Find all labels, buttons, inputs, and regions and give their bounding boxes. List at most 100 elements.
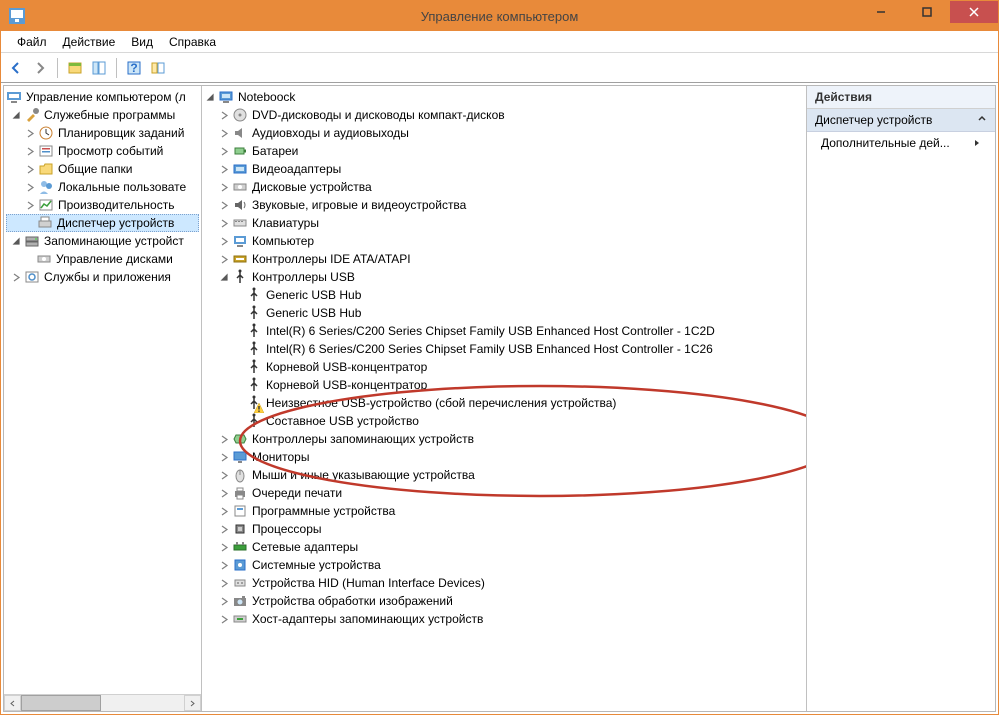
usb-device[interactable]: Intel(R) 6 Series/C200 Series Chipset Fa… — [204, 322, 804, 340]
usb-device[interactable]: Корневой USB-концентратор — [204, 358, 804, 376]
help-button[interactable]: ? — [123, 57, 145, 79]
category-audio[interactable]: Аудиовходы и аудиовыходы — [204, 124, 804, 142]
maximize-button[interactable] — [904, 1, 950, 23]
tree-storage[interactable]: Запоминающие устройст — [6, 232, 199, 250]
usb-device[interactable]: Intel(R) 6 Series/C200 Series Chipset Fa… — [204, 340, 804, 358]
collapse-icon[interactable] — [204, 91, 216, 103]
expand-icon[interactable] — [218, 109, 230, 121]
collapse-icon[interactable] — [218, 271, 230, 283]
menu-file[interactable]: Файл — [9, 33, 55, 51]
menu-view[interactable]: Вид — [123, 33, 161, 51]
category-cpu[interactable]: Процессоры — [204, 520, 804, 538]
collapse-icon[interactable] — [10, 109, 22, 121]
expand-icon[interactable] — [218, 613, 230, 625]
category-storagectrl[interactable]: Контроллеры запоминающих устройств — [204, 430, 804, 448]
tree-root-computer-management[interactable]: Управление компьютером (л — [6, 88, 199, 106]
usb-device[interactable]: Составное USB устройство — [204, 412, 804, 430]
expand-icon[interactable] — [218, 541, 230, 553]
category-battery[interactable]: Батареи — [204, 142, 804, 160]
expand-icon[interactable] — [24, 163, 36, 175]
expand-icon[interactable] — [24, 127, 36, 139]
category-sound[interactable]: Звуковые, игровые и видеоустройства — [204, 196, 804, 214]
expand-icon[interactable] — [218, 217, 230, 229]
category-mouse[interactable]: Мыши и иные указывающие устройства — [204, 466, 804, 484]
category-computer[interactable]: Компьютер — [204, 232, 804, 250]
device-tree[interactable]: Noteboock DVD-дисководы и дисководы комп… — [204, 88, 804, 648]
expand-icon[interactable] — [218, 199, 230, 211]
expand-icon[interactable] — [218, 181, 230, 193]
properties-button[interactable] — [88, 57, 110, 79]
back-button[interactable] — [5, 57, 27, 79]
device-root[interactable]: Noteboock — [204, 88, 804, 106]
titlebar: Управление компьютером — [1, 1, 998, 31]
category-monitor[interactable]: Мониторы — [204, 448, 804, 466]
expand-icon[interactable] — [218, 505, 230, 517]
refresh-view-button[interactable] — [147, 57, 169, 79]
close-button[interactable] — [950, 1, 998, 23]
menu-help[interactable]: Справка — [161, 33, 224, 51]
scope-tree[interactable]: Управление компьютером (л Служебные прог… — [6, 88, 199, 286]
category-print[interactable]: Очереди печати — [204, 484, 804, 502]
expand-icon[interactable] — [218, 523, 230, 535]
tree-event-viewer[interactable]: Просмотр событий — [6, 142, 199, 160]
expand-icon[interactable] — [24, 181, 36, 193]
expand-icon[interactable] — [218, 469, 230, 481]
usb-device[interactable]: Корневой USB-концентратор — [204, 376, 804, 394]
expand-icon[interactable] — [218, 487, 230, 499]
category-ide[interactable]: Контроллеры IDE ATA/ATAPI — [204, 250, 804, 268]
expand-icon[interactable] — [24, 145, 36, 157]
tree-label: Видеоадаптеры — [252, 162, 341, 176]
expand-icon[interactable] — [218, 235, 230, 247]
tree-device-manager[interactable]: Диспетчер устройств — [6, 214, 199, 232]
print-icon — [232, 485, 248, 501]
expand-icon[interactable] — [218, 433, 230, 445]
category-hostadapter[interactable]: Хост-адаптеры запоминающих устройств — [204, 610, 804, 628]
expand-icon[interactable] — [218, 577, 230, 589]
scroll-thumb[interactable] — [21, 695, 101, 711]
usb-device[interactable]: Неизвестное USB-устройство (сбой перечис… — [204, 394, 804, 412]
actions-section[interactable]: Диспетчер устройств — [807, 109, 995, 132]
scroll-left-button[interactable] — [4, 695, 21, 711]
tree-disk-management[interactable]: Управление дисками — [6, 250, 199, 268]
category-usb[interactable]: Контроллеры USB — [204, 268, 804, 286]
category-keyboard[interactable]: Клавиатуры — [204, 214, 804, 232]
expand-icon[interactable] — [218, 451, 230, 463]
expand-icon[interactable] — [218, 595, 230, 607]
category-sys[interactable]: Системные устройства — [204, 556, 804, 574]
expand-icon[interactable] — [10, 271, 22, 283]
minimize-button[interactable] — [858, 1, 904, 23]
expand-icon[interactable] — [24, 199, 36, 211]
collapse-icon[interactable] — [10, 235, 22, 247]
category-net[interactable]: Сетевые адаптеры — [204, 538, 804, 556]
actions-panel: Действия Диспетчер устройств Дополнитель… — [807, 86, 995, 711]
category-disk[interactable]: Дисковые устройства — [204, 178, 804, 196]
actions-more[interactable]: Дополнительные дей... — [807, 132, 995, 154]
left-scrollbar[interactable] — [4, 694, 201, 711]
tree-task-scheduler[interactable]: Планировщик заданий — [6, 124, 199, 142]
expand-icon[interactable] — [218, 127, 230, 139]
tree-local-users[interactable]: Локальные пользовате — [6, 178, 199, 196]
forward-button[interactable] — [29, 57, 51, 79]
collapse-section-icon[interactable] — [977, 113, 987, 127]
tree-system-tools[interactable]: Служебные программы — [6, 106, 199, 124]
menu-action[interactable]: Действие — [55, 33, 124, 51]
expand-icon[interactable] — [218, 559, 230, 571]
tree-label: Планировщик заданий — [58, 126, 184, 140]
usb-device[interactable]: Generic USB Hub — [204, 304, 804, 322]
services-icon — [24, 269, 40, 285]
expand-icon[interactable] — [218, 253, 230, 265]
category-video[interactable]: Видеоадаптеры — [204, 160, 804, 178]
expand-icon[interactable] — [218, 145, 230, 157]
scope-tree-panel: Управление компьютером (л Служебные прог… — [4, 86, 202, 711]
tree-performance[interactable]: Производительность — [6, 196, 199, 214]
category-dvd[interactable]: DVD-дисководы и дисководы компакт-дисков — [204, 106, 804, 124]
tree-services-apps[interactable]: Службы и приложения — [6, 268, 199, 286]
tree-shared-folders[interactable]: Общие папки — [6, 160, 199, 178]
usb-device[interactable]: Generic USB Hub — [204, 286, 804, 304]
expand-icon[interactable] — [218, 163, 230, 175]
show-hide-tree-button[interactable] — [64, 57, 86, 79]
category-software[interactable]: Программные устройства — [204, 502, 804, 520]
scroll-right-button[interactable] — [184, 695, 201, 711]
category-hid[interactable]: Устройства HID (Human Interface Devices) — [204, 574, 804, 592]
category-imaging[interactable]: Устройства обработки изображений — [204, 592, 804, 610]
